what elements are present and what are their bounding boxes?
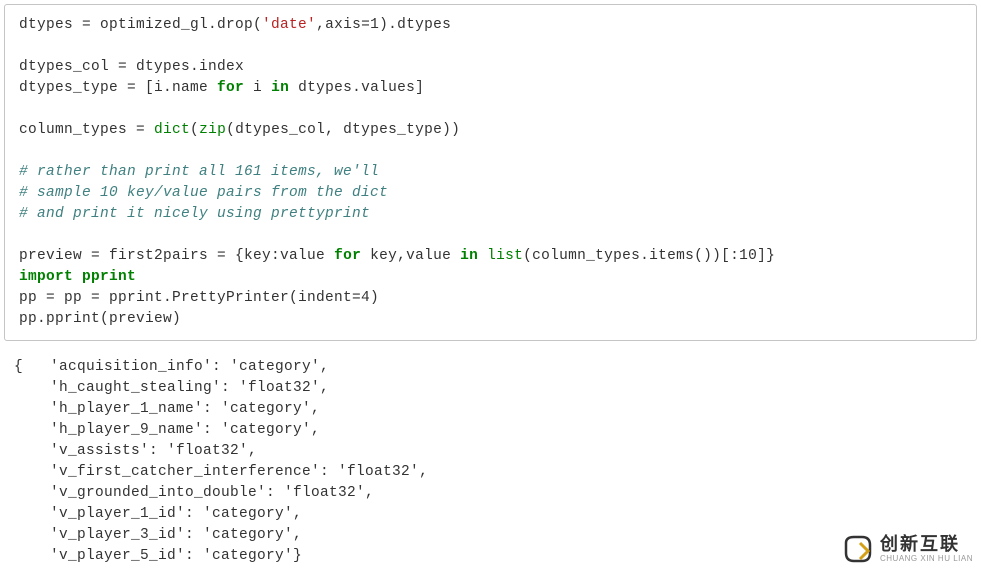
code-line: column_types = dict(zip(dtypes_col, dtyp… — [19, 122, 460, 138]
code-line: dtypes = optimized_gl.drop('date',axis=1… — [19, 17, 451, 33]
logo-icon — [840, 531, 876, 567]
code-comment: # rather than print all 161 items, we'll — [19, 164, 379, 180]
code-line: preview = first2pairs = {key:value for k… — [19, 248, 775, 264]
code-line: import pprint — [19, 269, 136, 285]
code-comment: # sample 10 key/value pairs from the dic… — [19, 185, 388, 201]
output-line: 'v_player_1_id': 'category', — [14, 506, 302, 522]
code-comment: # and print it nicely using prettyprint — [19, 206, 370, 222]
output-line: 'v_first_catcher_interference': 'float32… — [14, 464, 428, 480]
output-line: 'v_grounded_into_double': 'float32', — [14, 485, 374, 501]
code-line: pp.pprint(preview) — [19, 311, 181, 327]
code-line: pp = pp = pprint.PrettyPrinter(indent=4) — [19, 290, 379, 306]
output-line: 'v_player_5_id': 'category'} — [14, 548, 302, 564]
logo-text: 创新互联 CHUANG XIN HU LIAN — [880, 535, 973, 564]
code-line: dtypes_col = dtypes.index — [19, 59, 244, 75]
output-line: 'h_caught_stealing': 'float32', — [14, 380, 329, 396]
logo-text-en: CHUANG XIN HU LIAN — [880, 555, 973, 564]
output-line: 'v_player_3_id': 'category', — [14, 527, 302, 543]
code-line: dtypes_type = [i.name for i in dtypes.va… — [19, 80, 424, 96]
output-line: 'v_assists': 'float32', — [14, 443, 257, 459]
output-block: { 'acquisition_info': 'category', 'h_cau… — [0, 351, 981, 573]
logo-text-cn: 创新互联 — [880, 535, 973, 555]
watermark-logo: 创新互联 CHUANG XIN HU LIAN — [840, 531, 973, 567]
output-line: { 'acquisition_info': 'category', — [14, 359, 329, 375]
output-line: 'h_player_1_name': 'category', — [14, 401, 320, 417]
code-block: dtypes = optimized_gl.drop('date',axis=1… — [4, 4, 977, 341]
output-line: 'h_player_9_name': 'category', — [14, 422, 320, 438]
